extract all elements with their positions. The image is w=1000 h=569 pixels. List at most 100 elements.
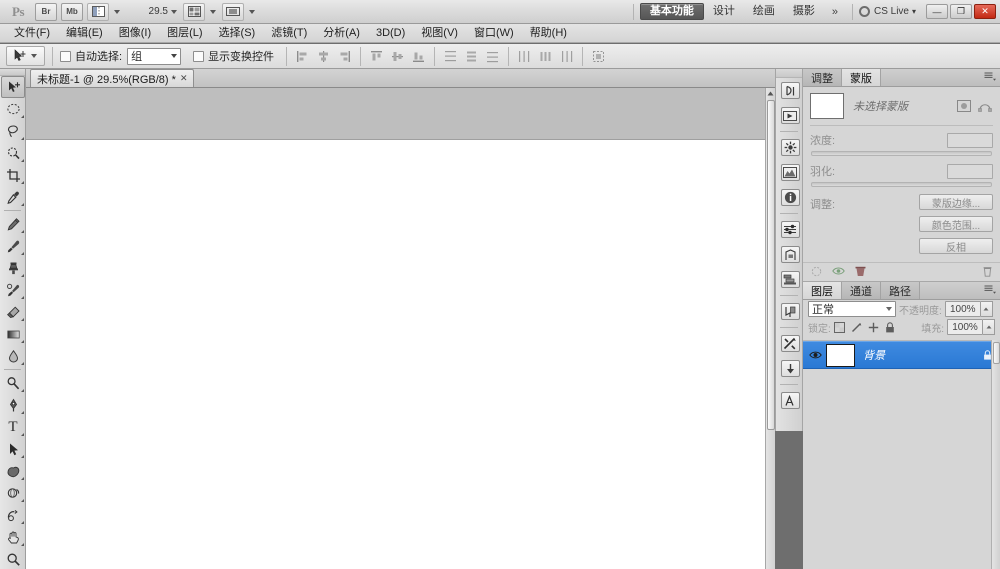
- view-extras-caret-icon[interactable]: [114, 10, 120, 14]
- mask-feather-field[interactable]: [947, 164, 993, 179]
- mask-feather-slider[interactable]: [811, 182, 992, 187]
- masks-panel-menu-icon[interactable]: [984, 72, 996, 81]
- tool-history-brush[interactable]: [0, 279, 26, 301]
- align-bottom-edges-icon[interactable]: [410, 48, 427, 65]
- tool-3d-camera-rotate[interactable]: [0, 504, 26, 526]
- align-vertical-centers-icon[interactable]: [389, 48, 406, 65]
- menu-3d[interactable]: 3D(D): [368, 25, 413, 42]
- screen-mode-caret-icon[interactable]: [249, 10, 255, 14]
- tool-3d-object-rotate[interactable]: [0, 482, 26, 504]
- scroll-up-arrow-icon[interactable]: [766, 88, 775, 98]
- distribute-left-edges-icon[interactable]: [516, 48, 533, 65]
- rail-button-character[interactable]: [776, 388, 804, 413]
- layer-name-label[interactable]: 背景: [863, 347, 983, 363]
- tool-quick-selection[interactable]: [0, 142, 26, 164]
- show-transform-controls-checkbox[interactable]: [193, 51, 204, 62]
- fill-stepper-icon[interactable]: [983, 319, 995, 335]
- menu-image[interactable]: 图像(I): [111, 25, 159, 42]
- zoom-level-value[interactable]: 29.5: [142, 6, 168, 17]
- tool-lasso[interactable]: [0, 120, 26, 142]
- fill-control[interactable]: 100%: [947, 319, 995, 335]
- tool-hand[interactable]: [0, 526, 26, 548]
- tool-blur[interactable]: [0, 345, 26, 367]
- workspace-tab-design[interactable]: 设计: [704, 3, 744, 20]
- auto-select-target-dropdown[interactable]: 组: [127, 48, 181, 65]
- rail-button-navigator[interactable]: [776, 299, 804, 324]
- opacity-value[interactable]: 100%: [945, 301, 981, 317]
- tool-preset-caret-icon[interactable]: [31, 54, 37, 58]
- canvas-vertical-scrollbar[interactable]: [765, 88, 775, 569]
- tool-move[interactable]: [1, 76, 25, 98]
- close-button[interactable]: ✕: [974, 4, 996, 19]
- layers-scrollbar-thumb[interactable]: [993, 342, 1000, 364]
- lock-position-icon[interactable]: [868, 322, 879, 333]
- fill-value[interactable]: 100%: [947, 319, 983, 335]
- align-top-edges-icon[interactable]: [368, 48, 385, 65]
- tool-elliptical-marquee[interactable]: [0, 98, 26, 120]
- workspace-tab-essentials[interactable]: 基本功能: [640, 3, 704, 20]
- invert-button[interactable]: 反相: [919, 238, 993, 254]
- mask-edge-button[interactable]: 蒙版边缘...: [919, 194, 993, 210]
- menu-help[interactable]: 帮助(H): [522, 25, 575, 42]
- tool-custom-shape[interactable]: [0, 460, 26, 482]
- tool-gradient[interactable]: [0, 323, 26, 345]
- rail-button-styles[interactable]: [776, 242, 804, 267]
- launch-bridge-button[interactable]: Br: [35, 3, 57, 21]
- zoom-level-caret-icon[interactable]: [171, 10, 177, 14]
- menu-layer[interactable]: 图层(L): [159, 25, 210, 42]
- screen-mode-button[interactable]: [222, 3, 244, 21]
- rail-button-histogram[interactable]: [776, 160, 804, 185]
- layer-thumbnail[interactable]: [826, 344, 855, 367]
- workspace-overflow-button[interactable]: »: [824, 6, 846, 18]
- tab-paths[interactable]: 路径: [881, 282, 920, 299]
- tab-masks[interactable]: 蒙版: [842, 69, 881, 86]
- mask-density-slider[interactable]: [811, 151, 992, 156]
- tool-path-selection[interactable]: [0, 438, 26, 460]
- menu-filter[interactable]: 滤镜(T): [263, 25, 315, 42]
- document-tab[interactable]: 未标题-1 @ 29.5%(RGB/8) * ✕: [30, 69, 194, 87]
- rail-button-adjustments[interactable]: [776, 217, 804, 242]
- launch-mini-bridge-button[interactable]: Mb: [61, 3, 83, 21]
- distribute-horizontal-centers-icon[interactable]: [537, 48, 554, 65]
- delete-mask-icon[interactable]: [983, 266, 992, 277]
- arrange-documents-caret-icon[interactable]: [210, 10, 216, 14]
- mask-thumbnail[interactable]: [810, 93, 844, 119]
- view-extras-button[interactable]: [87, 3, 109, 21]
- tool-clone-stamp[interactable]: [0, 257, 26, 279]
- align-right-edges-icon[interactable]: [336, 48, 353, 65]
- menu-analysis[interactable]: 分析(A): [315, 25, 368, 42]
- cs-live-button[interactable]: CS Live ▾: [859, 6, 916, 17]
- blend-mode-dropdown[interactable]: 正常: [808, 301, 896, 317]
- rail-button-mini-bridge-preview[interactable]: [776, 103, 804, 128]
- toggle-mask-visibility-icon[interactable]: [832, 266, 845, 276]
- tool-pen[interactable]: [0, 394, 26, 416]
- distribute-top-edges-icon[interactable]: [442, 48, 459, 65]
- tool-crop[interactable]: [0, 164, 26, 186]
- align-horizontal-centers-icon[interactable]: [315, 48, 332, 65]
- rail-button-info[interactable]: [776, 185, 804, 210]
- add-pixel-mask-icon[interactable]: [956, 99, 972, 113]
- rail-button-color[interactable]: [776, 135, 804, 160]
- menu-view[interactable]: 视图(V): [413, 25, 466, 42]
- minimize-button[interactable]: —: [926, 4, 948, 19]
- color-range-button[interactable]: 颜色范围...: [919, 216, 993, 232]
- add-vector-mask-icon[interactable]: [977, 99, 993, 113]
- tool-spot-healing-brush[interactable]: [0, 213, 26, 235]
- distribute-right-edges-icon[interactable]: [558, 48, 575, 65]
- menu-edit[interactable]: 编辑(E): [58, 25, 111, 42]
- toolbox-drag-handle[interactable]: [0, 69, 25, 76]
- menu-select[interactable]: 选择(S): [211, 25, 264, 42]
- align-left-edges-icon[interactable]: [294, 48, 311, 65]
- menu-window[interactable]: 窗口(W): [466, 25, 522, 42]
- canvas-document-surface[interactable]: [26, 141, 765, 569]
- rail-button-mini-bridge[interactable]: [776, 78, 804, 103]
- lock-all-icon[interactable]: [885, 322, 896, 333]
- load-selection-from-mask-icon[interactable]: [811, 266, 822, 277]
- layers-panel-menu-icon[interactable]: [984, 285, 996, 294]
- workspace-tab-photography[interactable]: 摄影: [784, 3, 824, 20]
- opacity-control[interactable]: 100%: [945, 301, 993, 317]
- rail-button-brush[interactable]: [776, 331, 804, 356]
- layer-visibility-toggle[interactable]: [807, 350, 824, 360]
- tool-horizontal-type[interactable]: T: [0, 416, 26, 438]
- tool-eyedropper[interactable]: [0, 186, 26, 208]
